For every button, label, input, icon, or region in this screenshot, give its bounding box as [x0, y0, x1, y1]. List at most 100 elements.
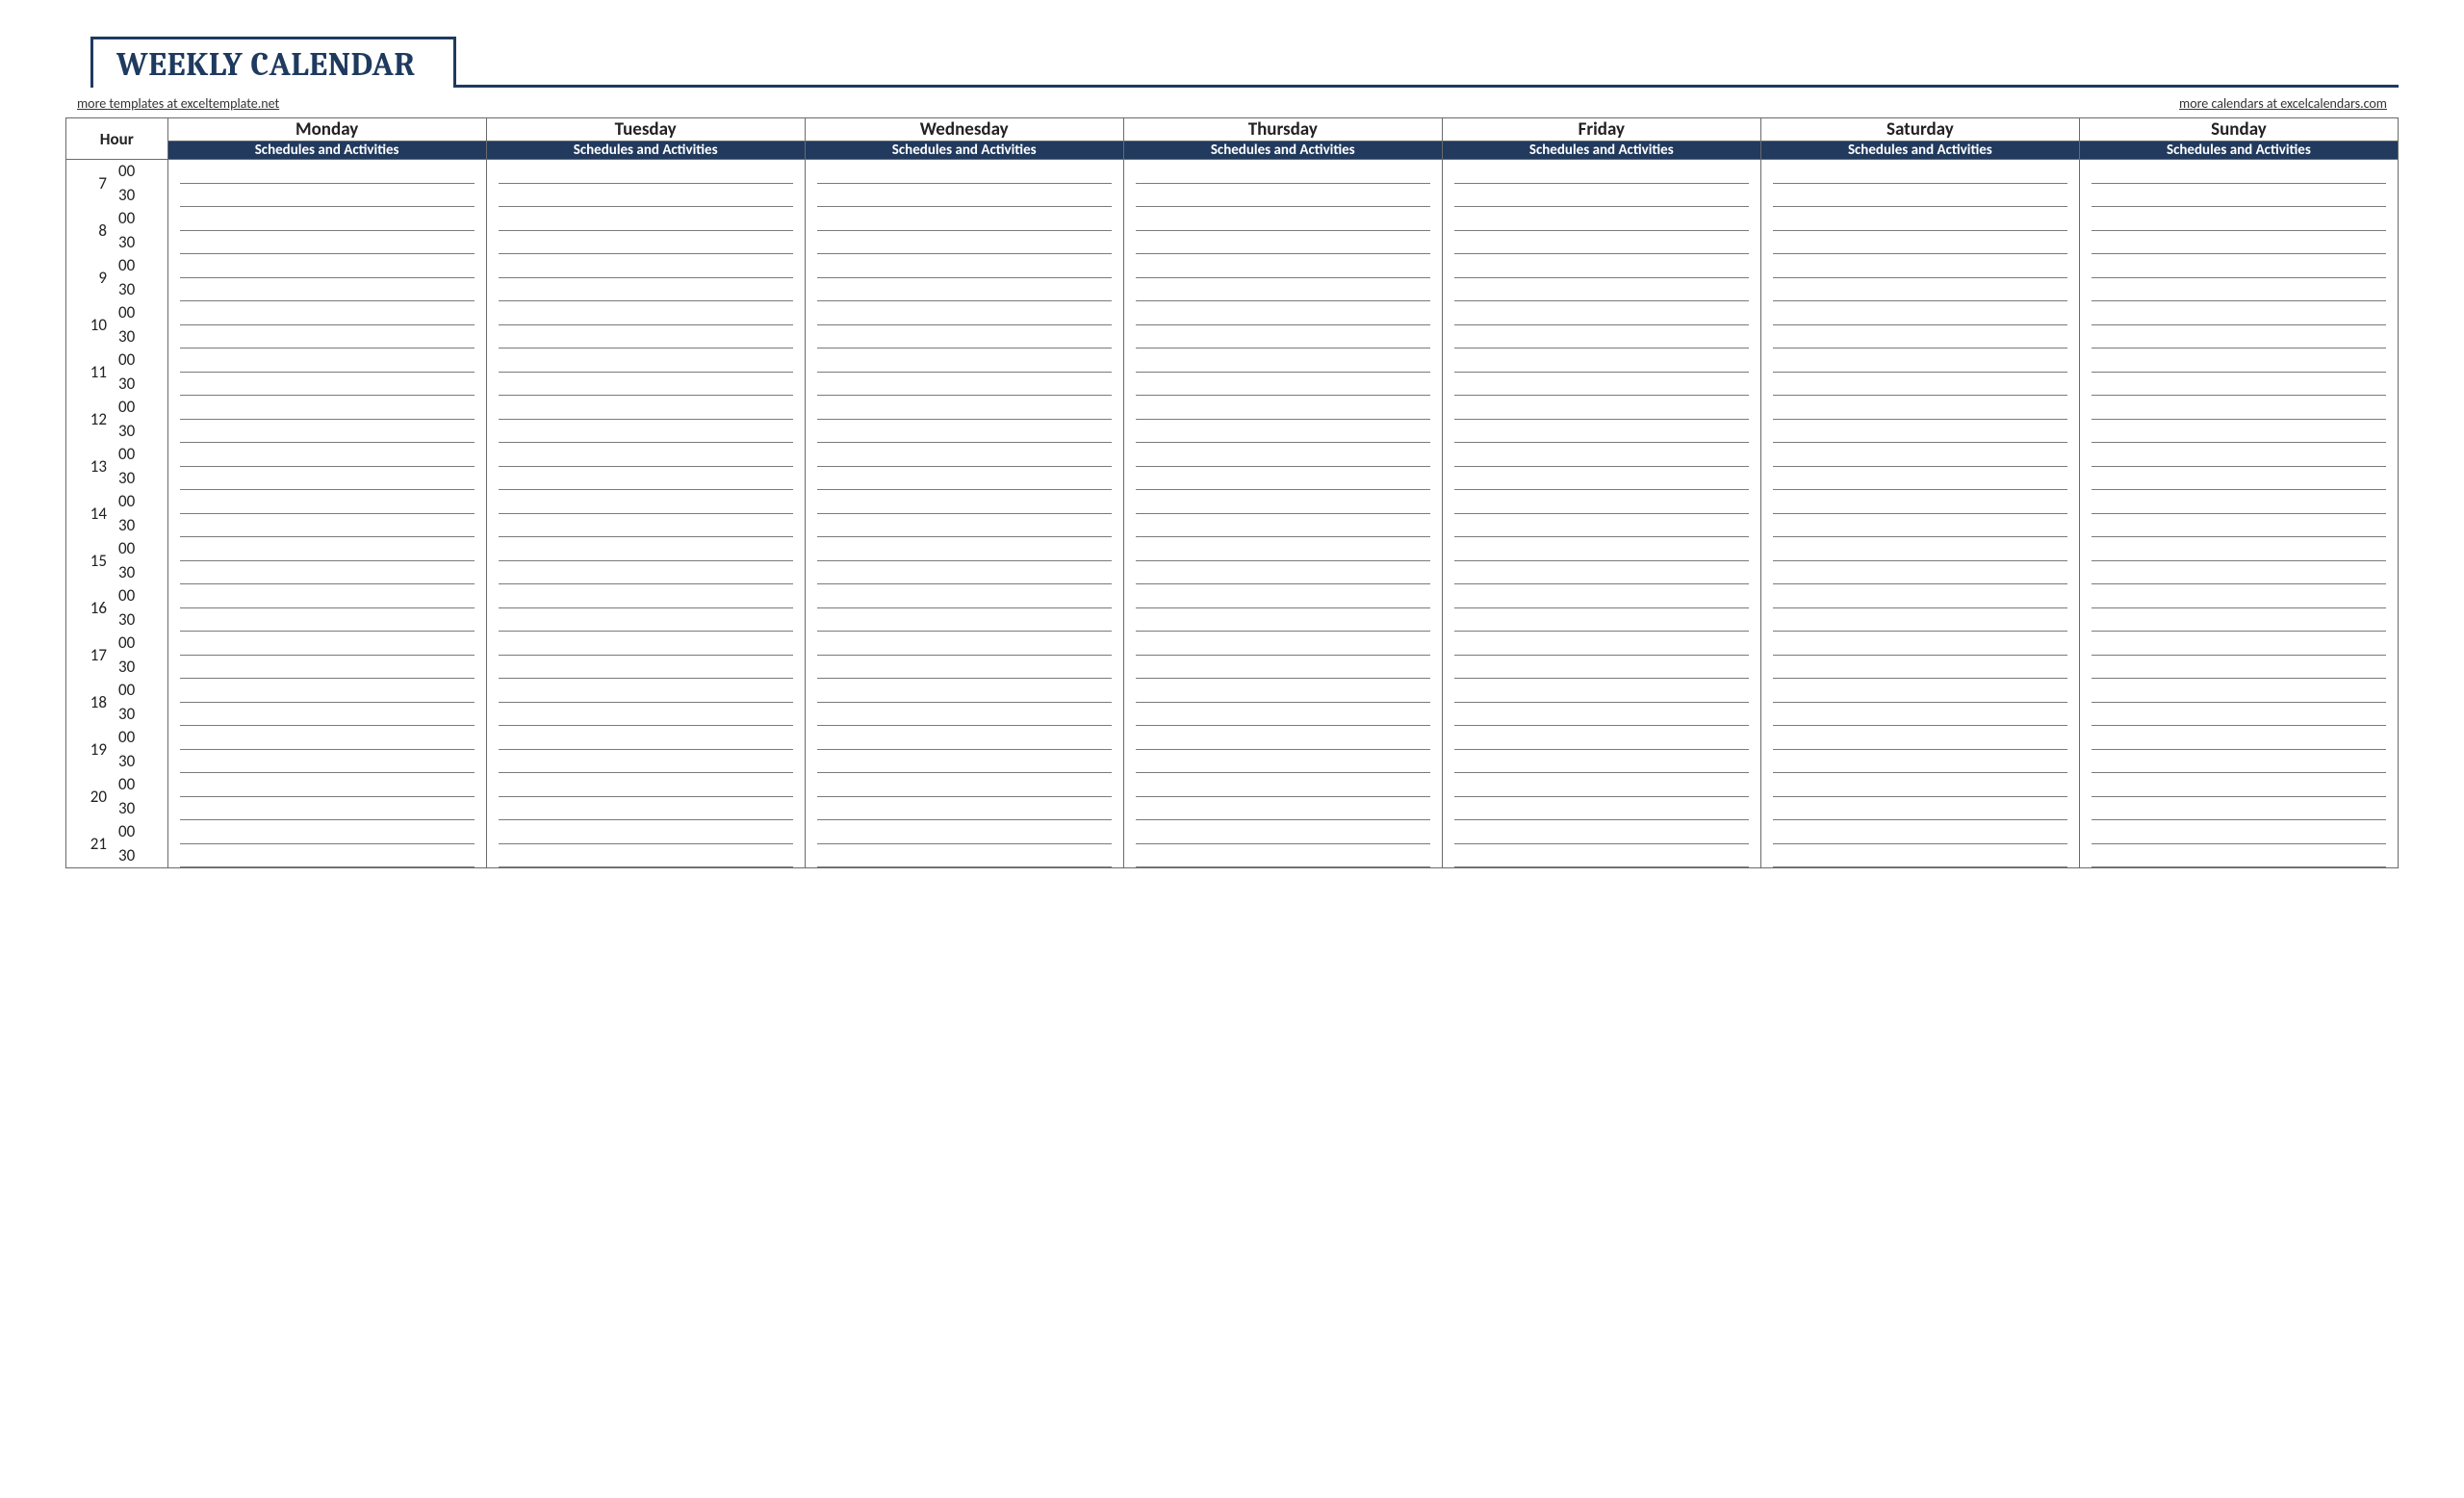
schedule-slot[interactable] [2092, 373, 2386, 397]
schedule-slot[interactable] [2092, 349, 2386, 373]
schedule-slot[interactable] [1136, 420, 1430, 444]
schedule-slot[interactable] [1773, 820, 2067, 844]
schedule-slot[interactable] [2092, 726, 2386, 750]
schedule-slot[interactable] [1773, 160, 2067, 184]
schedule-slot[interactable] [499, 373, 793, 397]
schedule-slot[interactable] [817, 844, 1112, 868]
schedule-slot[interactable] [1136, 278, 1430, 302]
schedule-slot[interactable] [499, 420, 793, 444]
schedule-slot[interactable] [180, 278, 475, 302]
schedule-slot[interactable] [1454, 301, 1749, 325]
schedule-slot[interactable] [180, 254, 475, 278]
schedule-slot[interactable] [1773, 608, 2067, 633]
schedule-slot[interactable] [2092, 561, 2386, 585]
schedule-slot[interactable] [1773, 750, 2067, 774]
schedule-slot[interactable] [2092, 773, 2386, 797]
schedule-slot[interactable] [1454, 703, 1749, 727]
schedule-slot[interactable] [180, 207, 475, 231]
schedule-slot[interactable] [1773, 797, 2067, 821]
schedule-slot[interactable] [1773, 396, 2067, 420]
schedule-slot[interactable] [817, 703, 1112, 727]
schedule-slot[interactable] [1136, 679, 1430, 703]
schedule-slot[interactable] [499, 396, 793, 420]
more-calendars-link[interactable]: more calendars at excelcalendars.com [2179, 95, 2387, 112]
schedule-slot[interactable] [817, 679, 1112, 703]
schedule-slot[interactable] [2092, 656, 2386, 680]
schedule-slot[interactable] [1773, 467, 2067, 491]
schedule-slot[interactable] [499, 773, 793, 797]
schedule-slot[interactable] [1454, 160, 1749, 184]
schedule-slot[interactable] [1136, 254, 1430, 278]
schedule-slot[interactable] [1136, 726, 1430, 750]
schedule-slot[interactable] [180, 231, 475, 255]
schedule-slot[interactable] [1773, 373, 2067, 397]
schedule-slot[interactable] [1136, 773, 1430, 797]
schedule-slot[interactable] [1773, 254, 2067, 278]
schedule-slot[interactable] [499, 750, 793, 774]
more-templates-link[interactable]: more templates at exceltemplate.net [77, 95, 279, 112]
schedule-slot[interactable] [180, 396, 475, 420]
schedule-slot[interactable] [180, 773, 475, 797]
schedule-slot[interactable] [499, 207, 793, 231]
schedule-slot[interactable] [499, 797, 793, 821]
schedule-slot[interactable] [817, 561, 1112, 585]
schedule-slot[interactable] [499, 467, 793, 491]
schedule-slot[interactable] [180, 561, 475, 585]
schedule-slot[interactable] [817, 254, 1112, 278]
schedule-slot[interactable] [1136, 325, 1430, 349]
schedule-slot[interactable] [499, 537, 793, 561]
schedule-slot[interactable] [499, 561, 793, 585]
schedule-slot[interactable] [1136, 537, 1430, 561]
schedule-slot[interactable] [2092, 750, 2386, 774]
schedule-slot[interactable] [2092, 797, 2386, 821]
schedule-slot[interactable] [180, 467, 475, 491]
schedule-slot[interactable] [1136, 514, 1430, 538]
schedule-slot[interactable] [1773, 584, 2067, 608]
schedule-slot[interactable] [817, 632, 1112, 656]
schedule-slot[interactable] [1454, 679, 1749, 703]
schedule-slot[interactable] [499, 160, 793, 184]
schedule-slot[interactable] [1454, 750, 1749, 774]
schedule-slot[interactable] [817, 278, 1112, 302]
schedule-slot[interactable] [817, 514, 1112, 538]
schedule-slot[interactable] [499, 679, 793, 703]
schedule-slot[interactable] [1773, 537, 2067, 561]
schedule-slot[interactable] [1136, 184, 1430, 208]
schedule-slot[interactable] [1136, 561, 1430, 585]
schedule-slot[interactable] [1773, 278, 2067, 302]
schedule-slot[interactable] [1454, 443, 1749, 467]
schedule-slot[interactable] [1773, 184, 2067, 208]
schedule-slot[interactable] [817, 584, 1112, 608]
schedule-slot[interactable] [499, 608, 793, 633]
schedule-slot[interactable] [180, 797, 475, 821]
schedule-slot[interactable] [1136, 490, 1430, 514]
schedule-slot[interactable] [2092, 820, 2386, 844]
schedule-slot[interactable] [1773, 726, 2067, 750]
schedule-slot[interactable] [1454, 231, 1749, 255]
schedule-slot[interactable] [499, 184, 793, 208]
schedule-slot[interactable] [2092, 254, 2386, 278]
schedule-slot[interactable] [817, 656, 1112, 680]
schedule-slot[interactable] [499, 301, 793, 325]
schedule-slot[interactable] [499, 656, 793, 680]
schedule-slot[interactable] [1454, 278, 1749, 302]
schedule-slot[interactable] [1454, 490, 1749, 514]
schedule-slot[interactable] [2092, 396, 2386, 420]
schedule-slot[interactable] [1454, 820, 1749, 844]
schedule-slot[interactable] [1136, 231, 1430, 255]
schedule-slot[interactable] [1773, 325, 2067, 349]
schedule-slot[interactable] [1454, 514, 1749, 538]
schedule-slot[interactable] [1454, 254, 1749, 278]
schedule-slot[interactable] [1773, 420, 2067, 444]
schedule-slot[interactable] [1454, 726, 1749, 750]
schedule-slot[interactable] [1454, 184, 1749, 208]
schedule-slot[interactable] [817, 608, 1112, 633]
schedule-slot[interactable] [499, 844, 793, 868]
schedule-slot[interactable] [817, 490, 1112, 514]
schedule-slot[interactable] [499, 820, 793, 844]
schedule-slot[interactable] [1136, 443, 1430, 467]
schedule-slot[interactable] [499, 514, 793, 538]
schedule-slot[interactable] [817, 184, 1112, 208]
schedule-slot[interactable] [180, 820, 475, 844]
schedule-slot[interactable] [180, 420, 475, 444]
